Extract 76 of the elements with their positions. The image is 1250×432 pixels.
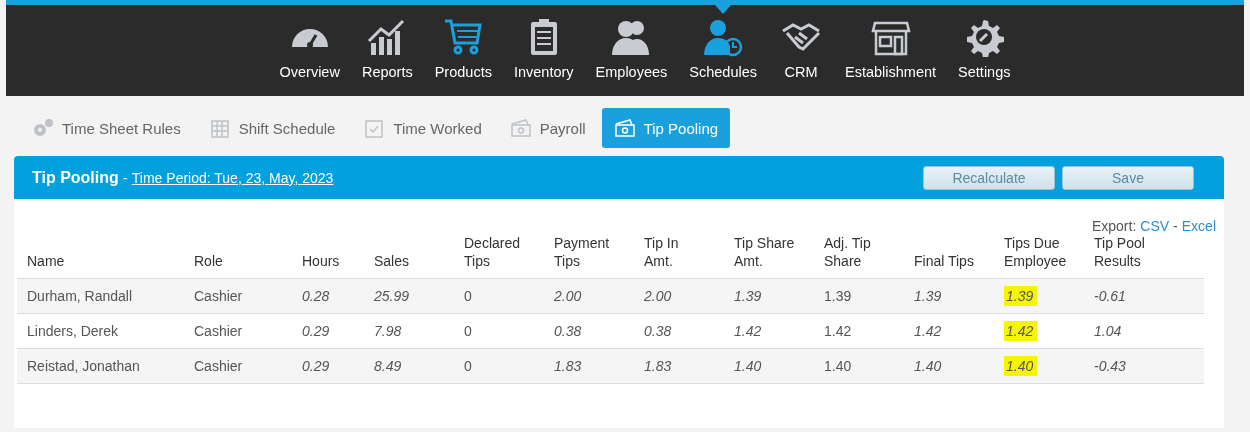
table-cell: 0.38 — [644, 323, 672, 339]
column-header: Declared Tips — [464, 234, 522, 270]
table-cell: 25.99 — [374, 288, 410, 304]
table-cell: 0 — [464, 358, 472, 374]
nav-item[interactable]: Establishment — [834, 5, 948, 80]
column-header: Tip In Amt. — [644, 234, 680, 270]
nav-item[interactable]: Schedules — [678, 5, 769, 80]
sub-tab[interactable]: Shift Schedule — [196, 108, 348, 148]
column-header: Role — [194, 252, 224, 270]
table-cell: Linders, Derek — [27, 323, 119, 339]
save-button[interactable]: Save — [1062, 165, 1194, 190]
table-cell: 1.39 — [734, 288, 762, 304]
table-cell: 1.39 — [914, 288, 942, 304]
sub-tab[interactable]: Time Worked — [351, 108, 494, 148]
column-header: Tip Share Amt. — [734, 234, 796, 270]
table-cell: Cashier — [194, 323, 243, 339]
table-cell: 2.00 — [554, 288, 582, 304]
table-cell: Durham, Randall — [27, 288, 133, 304]
table-cell: 2.00 — [644, 288, 672, 304]
nav-item[interactable]: Settings — [947, 5, 1022, 80]
panel-title: Tip Pooling — [32, 168, 119, 187]
column-header: Name — [27, 252, 66, 270]
export-label: Export: — [1091, 219, 1137, 233]
table-cell: 1.40 — [914, 358, 942, 374]
table-cell: 1.40 — [734, 358, 762, 374]
table-cell: 0.28 — [302, 288, 330, 304]
table-cell: 1.42 — [914, 323, 942, 339]
money-icon — [613, 118, 636, 138]
table-cell: 0 — [464, 288, 472, 304]
time-period-link[interactable]: Time Period: Tue, 23, May, 2023 — [131, 169, 334, 186]
table-cell: 1.83 — [554, 358, 582, 374]
table-cell: 0.29 — [302, 323, 330, 339]
table-cell: 1.39 — [1004, 286, 1038, 306]
export-link[interactable]: CSV — [1140, 219, 1170, 233]
table-cell: 1.40 — [824, 358, 852, 374]
table-cell: Cashier — [194, 358, 243, 374]
table-cell: 1.83 — [644, 358, 672, 374]
table-cell: -0.61 — [1094, 288, 1126, 304]
column-header: Final Tips — [914, 252, 975, 270]
column-header: Tip Pool Results — [1094, 234, 1146, 270]
nav-item[interactable]: Inventory — [502, 5, 585, 80]
table-cell: Cashier — [194, 288, 243, 304]
calcheck-icon — [363, 118, 386, 138]
recalculate-button[interactable]: Recalculate — [923, 165, 1055, 190]
table-cell: Reistad, Jonathan — [27, 358, 140, 374]
table-cell: 1.04 — [1094, 323, 1122, 339]
export-link[interactable]: Excel — [1181, 219, 1216, 233]
table-cell: 1.39 — [824, 288, 852, 304]
nav-item[interactable]: Products — [423, 5, 503, 80]
sub-tab[interactable]: Payroll — [497, 108, 598, 148]
table-cell: 0.38 — [554, 323, 582, 339]
pointer-icon — [715, 5, 732, 14]
sub-tab[interactable]: Tip Pooling — [601, 108, 731, 148]
table-cell: 1.40 — [1004, 356, 1038, 376]
column-header: Tips Due Employee — [1004, 234, 1068, 270]
table-cell: 1.42 — [734, 323, 762, 339]
table-cell: 7.98 — [374, 323, 402, 339]
sub-tab[interactable]: Time Sheet Rules — [20, 108, 193, 148]
money-icon — [509, 118, 532, 138]
nav-item[interactable]: Overview — [268, 5, 351, 80]
column-header: Sales — [374, 252, 411, 270]
table-cell: 0 — [464, 323, 472, 339]
table-cell: 1.42 — [1004, 321, 1038, 341]
table-cell: 0.29 — [302, 358, 330, 374]
calendar-icon — [208, 118, 231, 138]
column-header: Adj. Tip Share — [824, 234, 872, 270]
separator-text: - — [1173, 219, 1178, 233]
table-cell: 1.42 — [824, 323, 852, 339]
nav-item[interactable]: Employees — [584, 5, 679, 80]
nav-item[interactable]: Reports — [350, 5, 424, 80]
column-header: Hours — [302, 252, 341, 270]
separator-text: - — [122, 168, 128, 186]
column-header: Payment Tips — [554, 234, 611, 270]
nav-item[interactable]: CRM — [768, 5, 835, 80]
table-cell: 8.49 — [374, 358, 402, 374]
table-cell: -0.43 — [1094, 358, 1126, 374]
